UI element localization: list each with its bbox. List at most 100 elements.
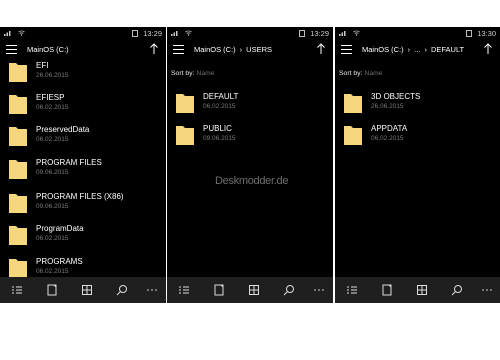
list-item[interactable]: APPDATA 06.02.2015 — [335, 121, 500, 151]
wifi-icon — [18, 30, 25, 36]
battery-icon — [466, 30, 472, 37]
battery-icon — [132, 30, 138, 37]
folder-name: EFIESP — [36, 93, 65, 102]
view-icon[interactable] — [80, 283, 94, 297]
breadcrumb-drive[interactable]: MainOS (C:) — [362, 45, 404, 54]
search-icon[interactable] — [450, 283, 464, 297]
wifi-icon — [353, 30, 360, 36]
clock: 13:29 — [143, 29, 162, 38]
list-item[interactable]: EFIESP 06.02.2015 — [0, 90, 166, 120]
folder-icon — [9, 259, 27, 278]
status-bar: 13:29 — [0, 27, 166, 39]
folder-name: PUBLIC — [203, 124, 232, 133]
sort-by-label: Sort by: — [339, 70, 363, 77]
up-arrow-icon[interactable] — [316, 43, 326, 55]
bottom-app-bar — [167, 277, 333, 303]
folder-icon — [176, 126, 194, 145]
clock: 13:29 — [310, 29, 329, 38]
folder-date: 06.02.2015 — [203, 103, 236, 110]
folder-date: 06.02.2015 — [36, 104, 69, 111]
list-item[interactable]: ProgramData 06.02.2015 — [0, 221, 166, 251]
signal-icon — [339, 31, 346, 36]
list-item[interactable]: PROGRAM FILES (X86) 09.06.2015 — [0, 189, 166, 219]
folder-icon — [344, 94, 362, 113]
folder-name: 3D OBJECTS — [371, 92, 421, 101]
breadcrumb[interactable]: MainOS (C:) ›... › DEFAULT — [362, 45, 468, 54]
folder-date: 06.02.2015 — [36, 235, 69, 242]
breadcrumb-separator: › — [239, 45, 243, 54]
new-icon[interactable] — [380, 283, 394, 297]
list-item[interactable]: PROGRAM FILES 09.06.2015 — [0, 155, 166, 185]
wifi-icon — [185, 30, 192, 36]
breadcrumb-ellipsis[interactable]: ... — [414, 45, 420, 54]
folder-date: 06.02.2015 — [371, 135, 404, 142]
status-bar: 13:29 — [167, 27, 333, 39]
hamburger-menu-icon[interactable] — [341, 45, 352, 54]
select-icon[interactable] — [177, 283, 191, 297]
folder-name: ProgramData — [36, 224, 84, 233]
sort-by-value[interactable]: Name — [364, 70, 382, 77]
sort-by-value[interactable]: Name — [196, 70, 214, 77]
breadcrumb-folder[interactable]: DEFAULT — [431, 45, 464, 54]
folder-icon — [344, 126, 362, 145]
folder-date: 06.02.2015 — [36, 268, 69, 275]
folder-name: APPDATA — [371, 124, 408, 133]
signal-icon — [4, 31, 11, 36]
search-icon[interactable] — [282, 283, 296, 297]
app-bar: MainOS (C:) › USERS — [167, 39, 333, 61]
hamburger-menu-icon[interactable] — [173, 45, 184, 54]
phone-screen-users: 13:29 MainOS (C:) › USERS Sort by: Name DEF… — [167, 27, 333, 303]
sort-by[interactable]: Sort by: Name — [339, 70, 383, 77]
app-bar: MainOS (C:) ›... › DEFAULT — [335, 39, 500, 61]
breadcrumb-separator: › — [424, 45, 427, 54]
folder-name: EFI — [36, 61, 49, 70]
folder-name: PROGRAMS — [36, 257, 83, 266]
folder-icon — [9, 194, 27, 213]
breadcrumb-folder[interactable]: USERS — [246, 45, 272, 54]
folder-name: PreservedData — [36, 125, 90, 134]
breadcrumb[interactable]: MainOS (C:) — [27, 45, 73, 54]
folder-date: 26.06.2015 — [371, 103, 404, 110]
list-item[interactable]: PreservedData 06.02.2015 — [0, 122, 166, 152]
up-arrow-icon[interactable] — [483, 43, 493, 55]
more-icon[interactable] — [480, 283, 494, 297]
folder-name: PROGRAM FILES (X86) — [36, 192, 124, 201]
clock: 13:30 — [477, 29, 496, 38]
folder-icon — [176, 94, 194, 113]
list-item[interactable]: DEFAULT 06.02.2015 — [167, 89, 333, 119]
phone-screen-default: 13:30 MainOS (C:) ›... › DEFAULT Sort by: Na… — [335, 27, 500, 303]
view-icon[interactable] — [247, 283, 261, 297]
more-icon[interactable] — [145, 283, 159, 297]
list-item[interactable]: PUBLIC 09.06.2015 — [167, 121, 333, 151]
breadcrumb-drive[interactable]: MainOS (C:) — [194, 45, 236, 54]
select-icon[interactable] — [10, 283, 24, 297]
folder-icon — [9, 226, 27, 245]
new-icon[interactable] — [212, 283, 226, 297]
breadcrumb-drive[interactable]: MainOS (C:) — [27, 45, 69, 54]
list-item[interactable]: 3D OBJECTS 26.06.2015 — [335, 89, 500, 119]
hamburger-menu-icon[interactable] — [6, 45, 17, 54]
folder-name: DEFAULT — [203, 92, 239, 101]
more-icon[interactable] — [312, 283, 326, 297]
search-icon[interactable] — [115, 283, 129, 297]
folder-icon — [9, 127, 27, 146]
view-icon[interactable] — [415, 283, 429, 297]
sort-by[interactable]: Sort by: Name — [171, 70, 215, 77]
folder-date: 09.06.2015 — [36, 203, 69, 210]
up-arrow-icon[interactable] — [149, 43, 159, 55]
battery-icon — [299, 30, 305, 37]
sort-by-label: Sort by: — [171, 70, 195, 77]
folder-date: 26.06.2015 — [36, 72, 69, 79]
phone-screen-root: 13:29 MainOS (C:) EFI 26.06.2015 EFIESP … — [0, 27, 166, 303]
folder-date: 09.06.2015 — [203, 135, 236, 142]
status-bar: 13:30 — [335, 27, 500, 39]
select-icon[interactable] — [345, 283, 359, 297]
bottom-app-bar — [0, 277, 166, 303]
list-item[interactable]: EFI 26.06.2015 — [0, 58, 166, 88]
new-icon[interactable] — [45, 283, 59, 297]
breadcrumb[interactable]: MainOS (C:) › USERS — [194, 45, 276, 54]
breadcrumb-separator: › — [407, 45, 411, 54]
folder-icon — [9, 160, 27, 179]
watermark: Deskmodder.de — [215, 175, 289, 187]
bottom-app-bar — [335, 277, 500, 303]
